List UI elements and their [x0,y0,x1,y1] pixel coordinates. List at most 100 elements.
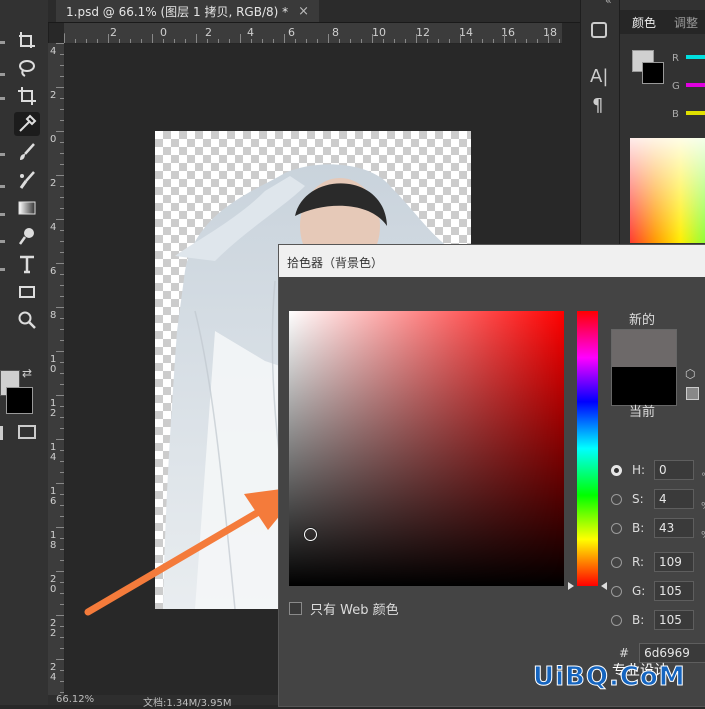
eyedropper-tool[interactable] [14,112,40,136]
ruler-tick [108,34,109,43]
swap-colors-icon[interactable]: ⇄ [22,366,32,380]
ruler-left-label: 16 [50,486,57,507]
color-picker-marker[interactable] [304,528,317,541]
character-panel-icon[interactable]: A| [590,66,608,87]
ruler-tick [317,39,318,43]
document-tab[interactable]: 1.psd @ 66.1% (图层 1 拷贝, RGB/8) * × [56,0,320,22]
ruler-tick [152,34,153,43]
tool-edge-mark [0,240,5,243]
ruler-tick [60,285,64,286]
hue-slider-right-handle[interactable] [601,582,607,590]
dialog-title-bar[interactable]: 拾色器（背景色） [279,245,705,277]
ruler-tick [60,560,64,561]
history-brush-icon [19,171,35,189]
hue-slider[interactable] [577,311,598,586]
ruler-left-label: 12 [50,398,57,419]
ruler-tick [60,296,64,297]
blue-field[interactable]: 105 [654,610,694,630]
saturation-brightness-field[interactable] [289,311,564,586]
zoom-tool[interactable] [14,308,40,332]
artboard-icon [19,32,35,48]
new-color-label: 新的 [629,313,656,328]
ruler-tick [526,39,527,43]
ruler-left-label: 4 [50,222,57,233]
web-safe-warning-icon[interactable] [686,387,699,400]
color-spectrum-ramp[interactable] [630,138,705,243]
web-only-option[interactable]: 只有 Web 颜色 [289,599,399,618]
artboard-tool[interactable] [14,28,40,52]
red-radio[interactable] [611,556,622,568]
tab-color[interactable]: 颜色 [632,14,656,31]
ruler-tick [60,604,64,605]
hue-radio[interactable] [611,464,622,476]
screen-mode-icon[interactable] [18,425,36,439]
brush-tool[interactable] [14,140,40,164]
ruler-tick [56,307,64,308]
history-brush-tool[interactable] [14,168,40,192]
background-color-swatch[interactable] [6,387,33,414]
channel-r-slider[interactable] [686,55,705,59]
red-field[interactable]: 109 [654,552,694,572]
collapse-panels-icon[interactable]: « [605,0,612,7]
close-icon[interactable]: × [298,4,309,19]
panel-background-swatch[interactable] [642,62,664,84]
crop-tool[interactable] [14,84,40,108]
ruler-top-label: 8 [332,26,339,39]
web-only-checkbox[interactable] [289,602,302,615]
libraries-icon[interactable] [591,22,607,38]
ruler-top-label: 10 [372,26,386,39]
ruler-tick [56,527,64,528]
document-size: 文档:1.34M/3.95M [143,698,232,709]
ruler-tick [60,274,64,275]
ruler-tick [60,450,64,451]
ruler-tick [559,39,560,43]
ruler-tick [207,39,208,43]
ruler-tick [56,439,64,440]
ruler-tick [60,318,64,319]
quick-mask-icon[interactable] [0,426,3,440]
current-color-swatch[interactable] [612,367,676,405]
ruler-tick [163,39,164,43]
ruler-tick [394,39,395,43]
dodge-tool[interactable] [14,224,40,248]
ruler-tick [174,39,175,43]
ruler-tick [60,582,64,583]
green-radio[interactable] [611,585,622,597]
rectangle-tool[interactable] [14,280,40,304]
gradient-tool[interactable] [14,196,40,220]
paragraph-panel-icon[interactable]: ¶ [592,95,603,116]
ruler-left-label: 2 [50,178,57,189]
brightness-radio[interactable] [611,522,622,534]
ruler-tick [60,164,64,165]
ruler-tick [383,39,384,43]
tab-adjustments[interactable]: 调整 [674,14,698,31]
saturation-field[interactable]: 4 [654,489,694,509]
lasso-icon [19,60,35,77]
saturation-radio[interactable] [611,493,622,505]
brightness-field[interactable]: 43 [654,518,694,538]
channel-b-slider[interactable] [686,111,705,115]
tool-edge-mark [0,41,5,44]
ruler-tick [548,34,549,43]
rgb-green-row: G: 105 [611,580,694,602]
ruler-tick [60,329,64,330]
hue-field[interactable]: 0 [654,460,694,480]
hue-slider-left-handle[interactable] [568,582,574,590]
ruler-tick [449,39,450,43]
zoom-level[interactable]: 66.12% [56,694,94,705]
ruler-tick [60,670,64,671]
green-field[interactable]: 105 [654,581,694,601]
blue-radio[interactable] [611,614,622,626]
ruler-tick [537,39,538,43]
channel-g-slider[interactable] [686,83,705,87]
ruler-tick [273,39,274,43]
ruler-tick [284,34,285,43]
ruler-top-label: 0 [160,26,167,39]
hsb-saturation-row: S: 4 [611,488,694,510]
magnifier-icon [18,311,36,329]
out-of-gamut-warning-icon[interactable]: ⬡ [685,367,695,381]
ruler-tick [60,681,64,682]
type-tool[interactable] [14,252,40,276]
lasso-tool[interactable] [14,56,40,80]
dialog-title: 拾色器（背景色） [287,256,384,270]
